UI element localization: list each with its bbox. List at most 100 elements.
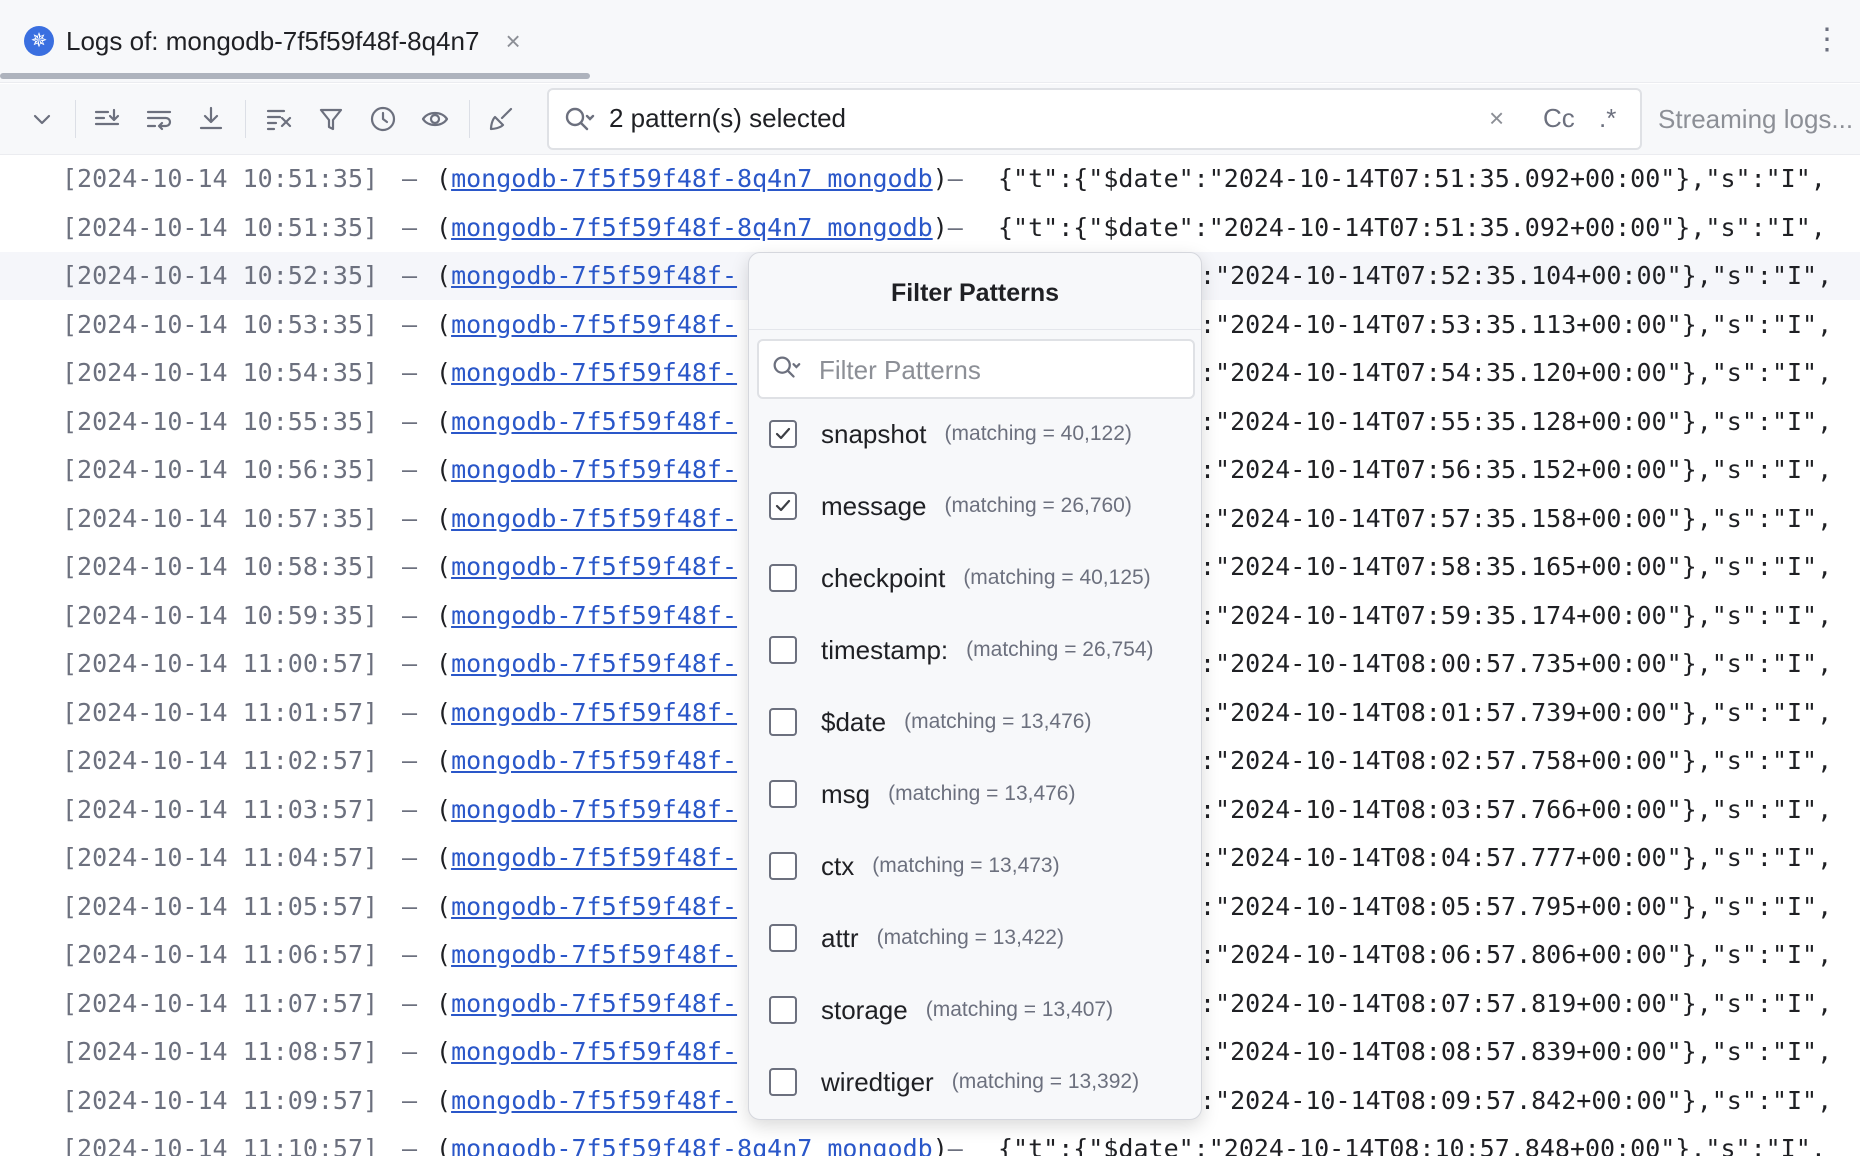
checkbox-checked[interactable] (769, 420, 797, 448)
pod-link[interactable]: mongodb-7f5f59f48f- (451, 261, 737, 290)
pattern-item-date[interactable]: $date (matching = 13,476) (769, 697, 1091, 747)
search-input[interactable]: 2 pattern(s) selected (609, 90, 846, 146)
download-icon[interactable] (190, 98, 232, 140)
pattern-match-count: (matching = 13,473) (872, 854, 1059, 878)
regex-toggle[interactable]: .* (1599, 90, 1616, 146)
log-timestamp: [2024-10-14 11:03:57] (62, 786, 378, 834)
pattern-match-count: (matching = 13,422) (877, 926, 1064, 950)
log-separator: — (402, 349, 417, 397)
pattern-name: msg (821, 779, 870, 810)
log-line: [2024-10-14 11:10:57]—(mongodb-7f5f59f48… (0, 1125, 1860, 1156)
log-separator: — (402, 1077, 417, 1125)
log-message: :"2024-10-14T07:55:35.128+00:00"},"s":"I… (1200, 398, 1832, 446)
log-source: (mongodb-7f5f59f48f-8q4n7 mongodb)— (436, 155, 963, 203)
paren: ( (436, 892, 451, 921)
log-message: :"2024-10-14T08:09:57.842+00:00"},"s":"I… (1200, 1077, 1832, 1125)
log-message: {"t":{"$date":"2024-10-14T08:10:57.848+0… (998, 1125, 1826, 1156)
eye-icon[interactable] (414, 98, 456, 140)
pod-link[interactable]: mongodb-7f5f59f48f- (451, 1037, 737, 1066)
tab-logs[interactable]: ✵ Logs of: mongodb-7f5f59f48f-8q4n7 × (24, 18, 521, 64)
checkbox[interactable] (769, 996, 797, 1024)
collapse-chevron-icon[interactable] (21, 98, 63, 140)
checkbox[interactable] (769, 708, 797, 736)
tab-scrollbar[interactable] (0, 73, 590, 79)
checkbox[interactable] (769, 1068, 797, 1096)
clock-icon[interactable] (362, 98, 404, 140)
log-timestamp: [2024-10-14 11:00:57] (62, 640, 378, 688)
log-source: (mongodb-7f5f59f48f- (436, 301, 737, 349)
pattern-name: $date (821, 707, 886, 738)
pod-link[interactable]: mongodb-7f5f59f48f- (451, 649, 737, 678)
pattern-match-count: (matching = 13,476) (904, 710, 1091, 734)
pod-link[interactable]: mongodb-7f5f59f48f- (451, 358, 737, 387)
pattern-item-checkpoint[interactable]: checkpoint(matching = 40,125) (769, 553, 1151, 603)
pattern-item-timestamp[interactable]: timestamp:(matching = 26,754) (769, 625, 1154, 675)
scroll-to-end-icon[interactable] (86, 98, 128, 140)
pattern-name: checkpoint (821, 563, 945, 594)
more-options-icon[interactable]: ⋮ (1812, 20, 1842, 60)
pod-link[interactable]: mongodb-7f5f59f48f- (451, 455, 737, 484)
clear-broom-icon[interactable] (480, 98, 522, 140)
pod-link[interactable]: mongodb-7f5f59f48f-8q4n7 mongodb (451, 164, 933, 193)
log-separator: — (402, 883, 417, 931)
toolbar-divider (469, 100, 470, 138)
checkbox[interactable] (769, 636, 797, 664)
log-message: :"2024-10-14T07:54:35.120+00:00"},"s":"I… (1200, 349, 1832, 397)
log-message: :"2024-10-14T07:56:35.152+00:00"},"s":"I… (1200, 446, 1832, 494)
log-separator: — (402, 980, 417, 1028)
pod-link[interactable]: mongodb-7f5f59f48f- (451, 552, 737, 581)
paren: ( (436, 407, 451, 436)
log-message: :"2024-10-14T08:03:57.766+00:00"},"s":"I… (1200, 786, 1832, 834)
log-separator: — (948, 1134, 963, 1156)
log-timestamp: [2024-10-14 10:51:35] (62, 155, 378, 203)
log-separator: — (948, 213, 963, 242)
search-history-icon[interactable] (561, 102, 597, 138)
pod-link[interactable]: mongodb-7f5f59f48f- (451, 892, 737, 921)
pattern-item-wiredtiger[interactable]: wiredtiger(matching = 13,392) (769, 1057, 1139, 1107)
paren: ( (436, 746, 451, 775)
pod-link[interactable]: mongodb-7f5f59f48f- (451, 504, 737, 533)
log-timestamp: [2024-10-14 10:52:35] (62, 252, 378, 300)
paren: ( (436, 940, 451, 969)
search-box[interactable]: 2 pattern(s) selected × Cc .* (547, 88, 1642, 150)
log-source: (mongodb-7f5f59f48f- (436, 398, 737, 446)
log-separator: — (402, 446, 417, 494)
pattern-item-snapshot[interactable]: snapshot(matching = 40,122) (769, 409, 1132, 459)
pod-link[interactable]: mongodb-7f5f59f48f- (451, 795, 737, 824)
pod-link[interactable]: mongodb-7f5f59f48f- (451, 310, 737, 339)
paren: ( (436, 164, 451, 193)
soft-wrap-icon[interactable] (138, 98, 180, 140)
filter-patterns-input[interactable] (817, 341, 1181, 399)
pod-link[interactable]: mongodb-7f5f59f48f-8q4n7 mongodb (451, 213, 933, 242)
pattern-item-msg[interactable]: msg(matching = 13,476) (769, 769, 1075, 819)
filter-lines-icon[interactable] (258, 98, 300, 140)
pattern-name: wiredtiger (821, 1067, 934, 1098)
pod-link[interactable]: mongodb-7f5f59f48f- (451, 843, 737, 872)
pattern-name: message (821, 491, 927, 522)
paren: ( (436, 795, 451, 824)
pattern-item-message[interactable]: message(matching = 26,760) (769, 481, 1132, 531)
pattern-item-attr[interactable]: attr(matching = 13,422) (769, 913, 1064, 963)
pod-link[interactable]: mongodb-7f5f59f48f- (451, 989, 737, 1018)
match-case-toggle[interactable]: Cc (1543, 90, 1575, 146)
pod-link[interactable]: mongodb-7f5f59f48f-8q4n7 mongodb (451, 1134, 933, 1156)
pattern-item-storage[interactable]: storage(matching = 13,407) (769, 985, 1113, 1035)
pod-link[interactable]: mongodb-7f5f59f48f- (451, 407, 737, 436)
filter-icon[interactable] (310, 98, 352, 140)
pattern-item-ctx[interactable]: ctx(matching = 13,473) (769, 841, 1060, 891)
pod-link[interactable]: mongodb-7f5f59f48f- (451, 698, 737, 727)
log-source: (mongodb-7f5f59f48f- (436, 252, 737, 300)
filter-patterns-search[interactable] (757, 339, 1195, 399)
log-separator: — (402, 301, 417, 349)
pod-link[interactable]: mongodb-7f5f59f48f- (451, 940, 737, 969)
close-tab-icon[interactable]: × (505, 26, 520, 57)
checkbox[interactable] (769, 780, 797, 808)
checkbox[interactable] (769, 852, 797, 880)
pod-link[interactable]: mongodb-7f5f59f48f- (451, 601, 737, 630)
pod-link[interactable]: mongodb-7f5f59f48f- (451, 746, 737, 775)
checkbox-checked[interactable] (769, 492, 797, 520)
checkbox[interactable] (769, 564, 797, 592)
checkbox[interactable] (769, 924, 797, 952)
pod-link[interactable]: mongodb-7f5f59f48f- (451, 1086, 737, 1115)
clear-search-icon[interactable]: × (1489, 90, 1504, 146)
